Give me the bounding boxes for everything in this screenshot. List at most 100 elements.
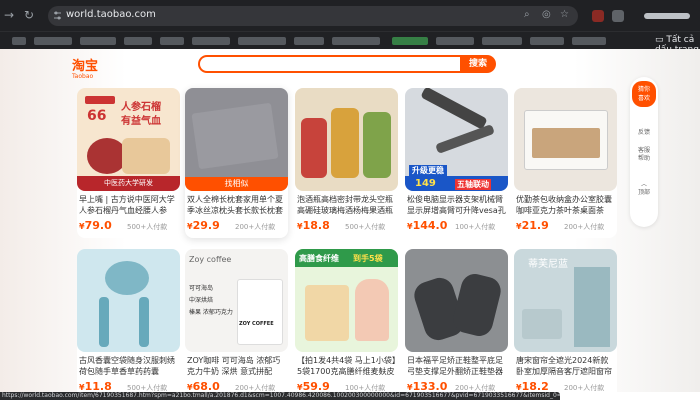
bookmarks-bar: ▭ Tất cả dấu trang [0,31,700,55]
product-card[interactable]: 日本福平足矫正鞋整平底足弓垫支撑足外翻矫正鞋垫器 ¥133.0 200+人付款 [405,249,508,399]
product-image: 人参石榴 有益气血 66 中医药大学研发 [77,88,180,191]
jar-shape [363,112,391,178]
bookmark-item[interactable] [294,37,324,45]
product-sales: 200+人付款 [235,223,276,231]
bookmark-item[interactable] [12,37,26,45]
product-title[interactable]: 泡酒瓶高档密封带龙头空瓶高硼硅玻璃梅酒杨梅果酒瓶 [297,194,397,216]
feedback-button[interactable]: 反馈 [630,129,658,137]
image-subheadline: 有益气血 [121,116,161,127]
product-image [77,249,180,352]
image-banner: 中医药大学研发 [77,176,180,191]
product-title[interactable]: 日本福平足矫正鞋整平底足弓垫支撑足外翻矫正鞋垫器 [407,355,507,377]
right-sidebar: 猜你 喜欢 反馈 客服 帮助 ︿ 顶部 [630,77,658,227]
image-headline: 高膳食纤维 [299,254,339,263]
image-price: 149 [415,178,436,189]
extension-icon[interactable] [592,10,604,22]
product-image: 蒂芙尼蓝 [514,249,617,352]
product-price: ¥21.9 [516,219,549,232]
product-title[interactable]: 优勤茶包收纳盒办公室胶囊咖啡亚克力茶叶茶桌面茶 [516,194,616,216]
jar-shape [301,118,327,178]
product-sales: 200+人付款 [564,223,605,231]
address-bar[interactable]: world.taobao.com ⌕ ◎ ☆ [48,6,578,26]
bag-shape [305,285,349,341]
pomegranate-shape [87,138,127,174]
product-title[interactable]: 唐宋窗帘全遮光2024新款卧室加厚隔音客厅遮阳窗帘 [516,355,616,377]
bookmark-item[interactable] [482,37,522,45]
price-value: 21.9 [521,219,549,232]
product-image: 高膳食纤维 到手5袋 [295,249,398,352]
product-card[interactable]: Zoy coffee 可可海岛 中深烘焙 榛果 浓郁巧克力 ZOY COFFEE… [185,249,288,399]
image-headline: 升级更稳 [409,165,447,176]
find-similar-button[interactable]: 找相似 [185,177,288,191]
image-headline: Zoy coffee [189,255,232,264]
image-subheadline: 榛果 浓郁巧克力 [189,309,233,316]
customer-service-button[interactable]: 客服 帮助 [630,147,658,163]
product-title[interactable]: 早上嘴 | 古方说中医阿大学人参石榴丹气血经腰人参 [79,194,179,216]
bookmark-item[interactable] [572,37,606,45]
search-input[interactable] [198,55,460,73]
recommend-button[interactable]: 猜你 喜欢 [632,81,656,107]
bookmark-item[interactable] [238,37,286,45]
product-image: 找相似 [185,88,288,191]
product-price: ¥29.9 [187,219,220,232]
product-card[interactable]: 人参石榴 有益气血 66 中医药大学研发 早上嘴 | 古方说中医阿大学人参石榴丹… [77,88,180,238]
product-image: 升级更稳 149 五轴联动 [405,88,508,191]
product-card[interactable]: 泡酒瓶高档密封带龙头空瓶高硼硅玻璃梅酒杨梅果酒瓶 ¥18.8 500+人付款 [295,88,398,238]
search-icon[interactable]: ⌕ [524,9,530,20]
taobao-logo[interactable]: 淘宝 Taobao [72,55,98,80]
product-title[interactable]: 【拍1发4共4袋 马上1小袋】5袋1700克高膳纤维麦麸皮膳 [297,355,397,377]
image-headline: 蒂芙尼蓝 [528,259,568,270]
product-card[interactable]: 优勤茶包收纳盒办公室胶囊咖啡亚克力茶叶茶桌面茶 ¥21.9 200+人付款 [514,88,617,238]
product-title[interactable]: 松俊电脑显示器支架机械臂显示屏增高臂可升降vesa孔 [407,194,507,216]
product-card[interactable]: 古风香囊空袋随身汉服刺绣荷包随手草香草药药囊 ¥11.8 500+人付款 [77,249,180,399]
bookmark-item[interactable] [192,37,230,45]
pillowcase-shape [191,102,279,170]
status-bar-link: https://world.taobao.com/item/6719035168… [0,392,560,400]
image-subheadline: 五轴联动 [455,179,491,190]
product-price: ¥144.0 [407,219,448,232]
back-to-top-button[interactable]: ︿ 顶部 [630,181,658,197]
product-card[interactable]: 找相似 双人全棉长枕套家用单个夏季冰丝凉枕头套长款长枕套 ¥29.9 200+人… [185,88,288,238]
star-icon[interactable]: ☆ [560,9,569,20]
product-image [295,88,398,191]
sachet-shape [105,261,149,295]
eye-off-icon[interactable]: ◎ [542,9,551,20]
product-title[interactable]: 古风香囊空袋随身汉服刺绣荷包随手草香草药药囊 [79,355,179,377]
image-subheadline: 中深烘焙 [189,297,214,304]
jar-shape [331,108,359,178]
image-headline: 人参石榴 [121,102,161,113]
bookmark-item[interactable] [392,37,428,45]
monitor-arm-shape [435,124,495,154]
bookmark-item[interactable] [124,37,152,45]
logo-text: 淘宝 [72,59,99,74]
product-sales: 100+人付款 [455,223,496,231]
product-image: Zoy coffee 可可海岛 中深烘焙 榛果 浓郁巧克力 ZOY COFFEE [185,249,288,352]
profile-icon[interactable] [644,13,690,19]
price-value: 79.0 [84,219,112,232]
site-settings-icon[interactable] [53,10,62,21]
image-subheadline: 到手5袋 [353,254,383,263]
bookmark-item[interactable] [332,37,380,45]
product-sales: 200+人付款 [564,384,605,392]
search-button[interactable]: 搜索 [460,55,496,73]
product-title[interactable]: ZOY咖啡 可可海岛 浓郁巧克力牛奶 深烘 意式拼配 [187,355,287,377]
bookmark-item[interactable] [160,37,184,45]
bookmark-item[interactable] [436,37,474,45]
brand-badge [85,96,115,104]
top-label: 顶部 [637,189,650,196]
product-card[interactable]: 升级更稳 149 五轴联动 松俊电脑显示器支架机械臂显示屏增高臂可升降vesa孔… [405,88,508,238]
service-label: 客服 [637,147,650,154]
bookmark-item[interactable] [80,37,116,45]
price-value: 18.8 [302,219,330,232]
reload-icon[interactable]: ↻ [24,8,34,22]
service-label: 帮助 [637,155,650,162]
extension-icon[interactable] [612,10,624,22]
bookmark-item[interactable] [34,37,72,45]
product-price: ¥79.0 [79,219,112,232]
product-sales: 500+人付款 [345,223,386,231]
forward-icon[interactable]: → [4,8,14,22]
bookmark-item[interactable] [530,37,564,45]
product-title[interactable]: 双人全棉长枕套家用单个夏季冰丝凉枕头套长款长枕套 [187,194,287,216]
product-card[interactable]: 蒂芙尼蓝 唐宋窗帘全遮光2024新款卧室加厚隔音客厅遮阳窗帘 ¥18.2 200… [514,249,617,399]
product-card[interactable]: 高膳食纤维 到手5袋 【拍1发4共4袋 马上1小袋】5袋1700克高膳纤维麦麸皮… [295,249,398,399]
